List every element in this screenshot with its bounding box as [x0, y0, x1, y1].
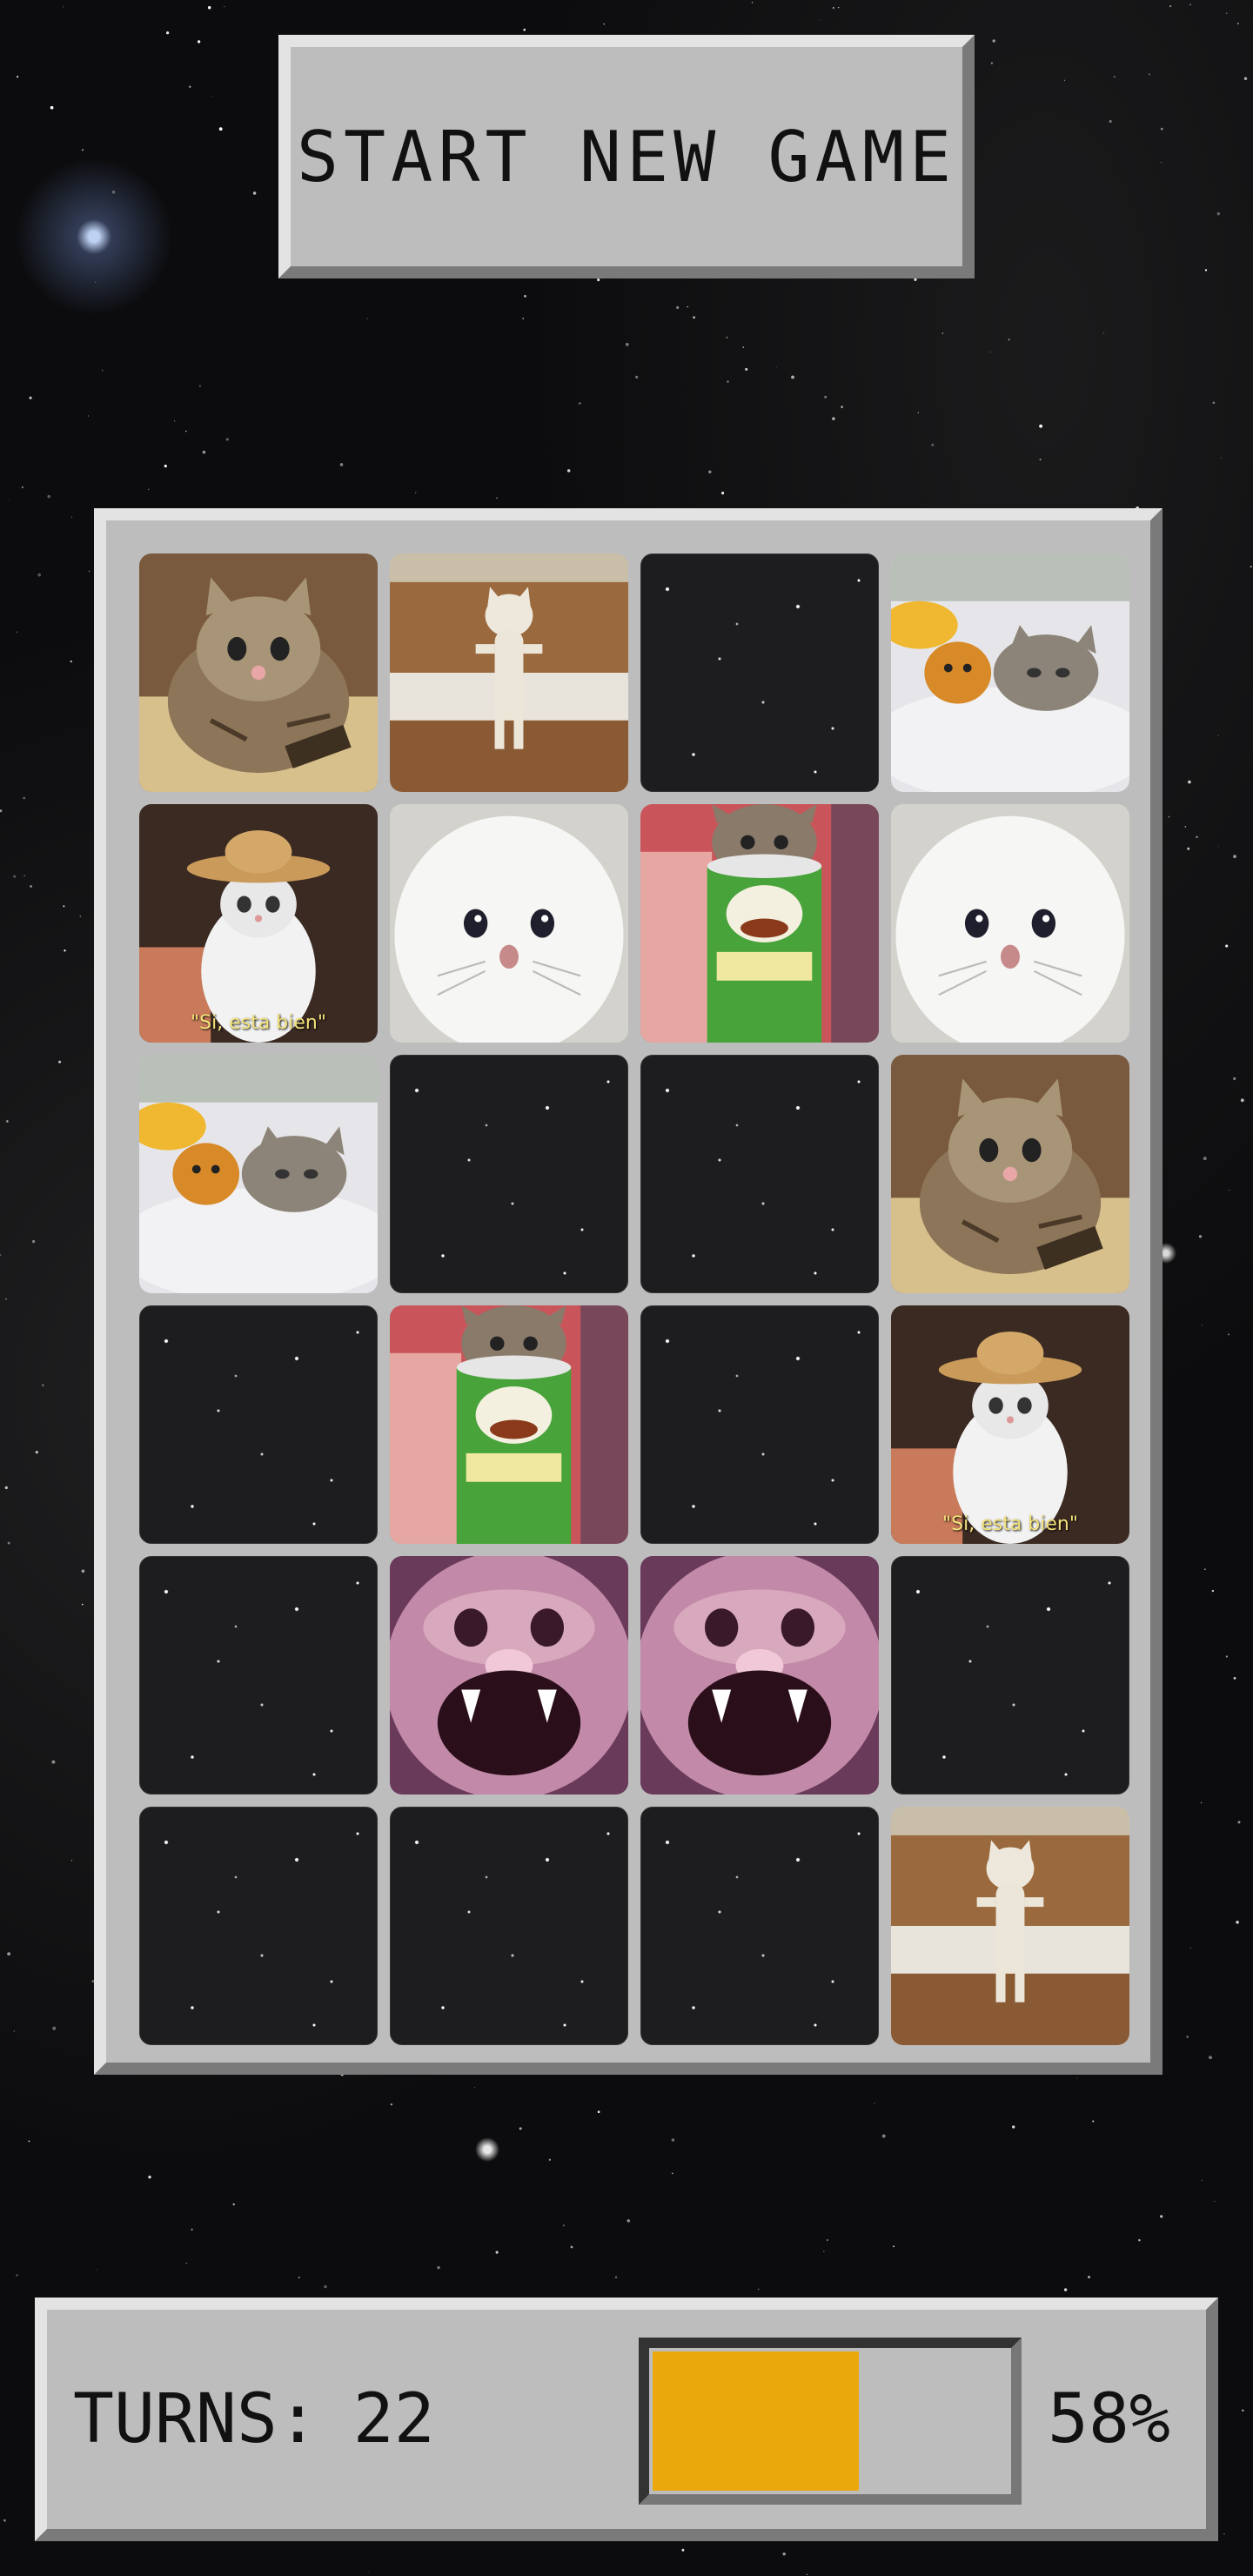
card-back	[140, 1557, 377, 1794]
start-new-game-label: START NEW GAME	[296, 116, 957, 198]
memory-card[interactable]	[891, 553, 1129, 792]
screaming-cat-closeup-image	[640, 1556, 879, 1794]
standing-cat-stairs-image	[390, 553, 628, 792]
cat-in-pringles-can-image	[390, 1305, 628, 1544]
memory-card[interactable]	[640, 1807, 879, 2045]
memory-card[interactable]: "Si, esta bien"	[891, 1305, 1129, 1544]
memory-card[interactable]	[139, 1305, 378, 1544]
card-back	[140, 1808, 377, 2044]
memory-card[interactable]	[390, 1556, 628, 1794]
card-back	[641, 1306, 878, 1543]
memory-card[interactable]	[640, 553, 879, 792]
memory-card[interactable]	[390, 804, 628, 1043]
memory-card[interactable]	[640, 1556, 879, 1794]
sad-tabby-kitten-image	[139, 553, 378, 792]
card-caption: "Si, esta bien"	[942, 1513, 1078, 1535]
status-bar: TURNS: 22 58%	[35, 2298, 1218, 2541]
start-new-game-button[interactable]: START NEW GAME	[278, 35, 975, 278]
memory-card[interactable]	[390, 553, 628, 792]
memory-card[interactable]	[891, 1055, 1129, 1293]
turns-counter: TURNS: 22	[73, 2310, 435, 2529]
standing-cat-stairs-image	[891, 1807, 1129, 2045]
card-back	[641, 1056, 878, 1292]
card-back	[641, 554, 878, 791]
memory-card[interactable]	[891, 804, 1129, 1043]
cowboy-hat-cat-image	[139, 804, 378, 1043]
card-back	[641, 1808, 878, 2044]
card-back	[892, 1557, 1129, 1794]
memory-card[interactable]	[640, 1305, 879, 1544]
card-back	[391, 1056, 627, 1292]
cat-with-plush-toy-image	[139, 1055, 378, 1293]
memory-card[interactable]	[139, 1055, 378, 1293]
memory-card[interactable]	[891, 1807, 1129, 2045]
screaming-cat-closeup-image	[390, 1556, 628, 1794]
game-board: "Si, esta bien" "Si, esta bien"	[94, 508, 1163, 2075]
memory-card[interactable]	[139, 553, 378, 792]
memory-card[interactable]	[640, 1055, 879, 1293]
card-back	[391, 1808, 627, 2044]
memory-card[interactable]	[640, 804, 879, 1043]
turns-value: 22	[352, 2380, 435, 2459]
crying-white-cat-image	[891, 804, 1129, 1043]
card-grid: "Si, esta bien" "Si, esta bien"	[139, 553, 1129, 2045]
memory-card[interactable]	[390, 1305, 628, 1544]
memory-card[interactable]	[891, 1556, 1129, 1794]
cowboy-hat-cat-image	[891, 1305, 1129, 1544]
memory-card[interactable]: "Si, esta bien"	[139, 804, 378, 1043]
memory-card[interactable]	[390, 1807, 628, 2045]
card-caption: "Si, esta bien"	[191, 1012, 326, 1034]
progress-percent: 58%	[1048, 2380, 1170, 2459]
card-back	[140, 1306, 377, 1543]
memory-card[interactable]	[139, 1556, 378, 1794]
cat-in-pringles-can-image	[640, 804, 879, 1043]
sad-tabby-kitten-image	[891, 1055, 1129, 1293]
crying-white-cat-image	[390, 804, 628, 1043]
turns-label: TURNS:	[73, 2380, 318, 2459]
cat-with-plush-toy-image	[891, 553, 1129, 792]
progress-fill	[653, 2351, 859, 2491]
memory-card[interactable]	[139, 1807, 378, 2045]
progress-bar	[639, 2338, 1022, 2505]
memory-card[interactable]	[390, 1055, 628, 1293]
